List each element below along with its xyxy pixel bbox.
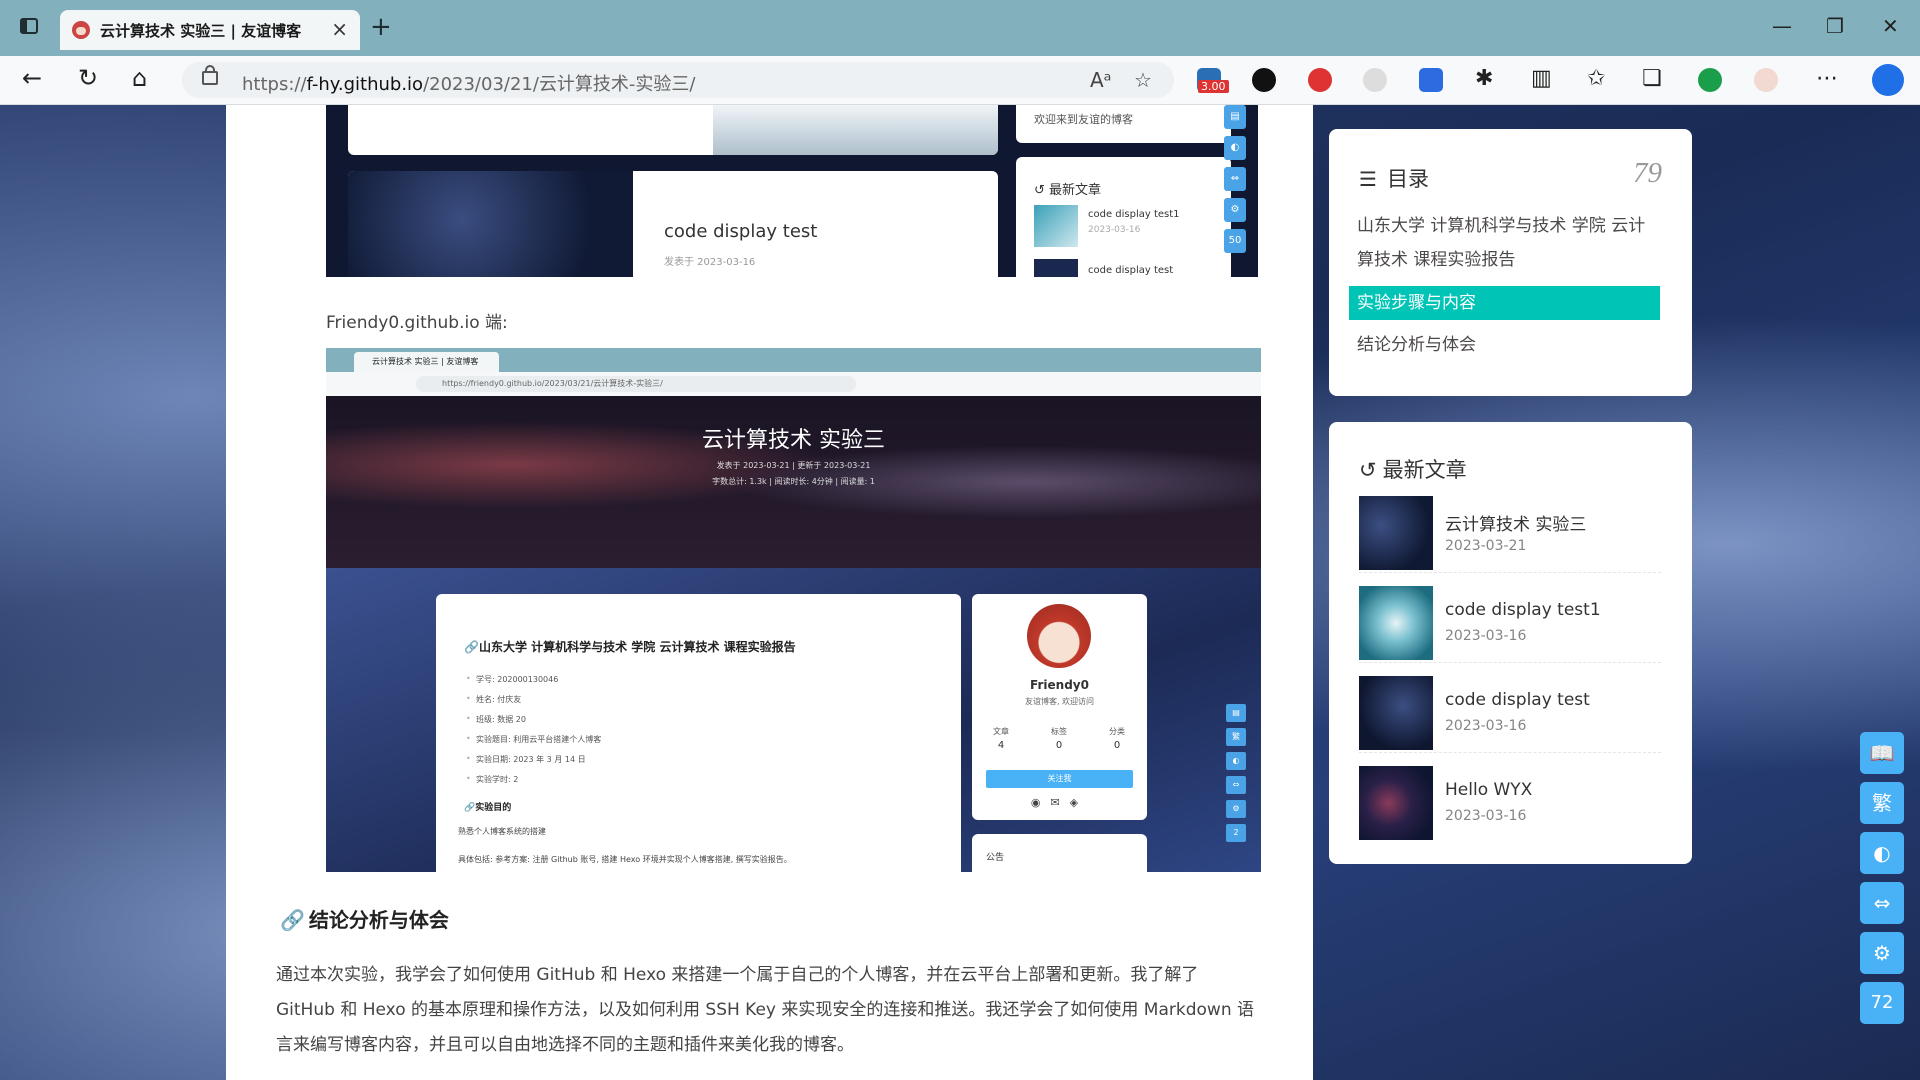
favorites-icon[interactable]: ✩ <box>1587 66 1605 91</box>
post-title-link[interactable]: Hello WYX <box>1445 780 1532 800</box>
extension-badge: 3.00 <box>1198 80 1229 93</box>
post-thumbnail[interactable] <box>1359 676 1433 750</box>
site-favicon-icon <box>72 21 90 39</box>
browser-tab-bar: 云计算技术 实验三 | 友谊博客 × + — ❐ ✕ <box>0 0 1920 56</box>
post-thumbnail[interactable] <box>1359 586 1433 660</box>
post-date: 2023-03-16 <box>1445 628 1527 644</box>
window-maximize-button[interactable]: ❐ <box>1826 14 1844 38</box>
recent-post-item[interactable]: code display test 2023-03-16 <box>1359 676 1661 753</box>
shot2-avatar <box>1027 604 1091 668</box>
refresh-icon[interactable]: ↻ <box>78 64 98 92</box>
read-aloud-icon[interactable]: Aᵃ <box>1090 68 1112 92</box>
settings-gear-button[interactable]: ⚙ <box>1860 932 1904 974</box>
back-arrow-icon[interactable]: ← <box>22 64 42 92</box>
window-close-button[interactable]: ✕ <box>1882 14 1899 38</box>
toc-progress-percent: 79 <box>1633 157 1662 189</box>
profile-avatar[interactable] <box>1754 68 1778 92</box>
shot2-notice-card: 公告 <box>972 834 1147 872</box>
post-date: 2023-03-21 <box>1445 538 1527 554</box>
shot1-post-card: code display test 发表于 2023-03-16 <box>348 171 998 277</box>
shot1-post-card-top <box>348 105 998 155</box>
window-minimize-button[interactable]: — <box>1772 14 1792 38</box>
toc-item-steps[interactable]: 实验步骤与内容 <box>1349 286 1660 320</box>
recent-post-item[interactable]: 云计算技术 实验三 2023-03-21 <box>1359 496 1661 573</box>
heading-link-icon[interactable]: 🔗 <box>280 908 305 932</box>
lock-icon[interactable] <box>202 65 218 85</box>
shot1-welcome-card: 欢迎来到友谊的博客 <box>1016 105 1231 143</box>
address-bar[interactable]: https://f-hy.github.io/2023/03/21/云计算技术-… <box>182 62 1174 98</box>
toc-card: ☰ 目录 79 山东大学 计算机科学与技术 学院 云计算技术 课程实验报告 实验步… <box>1329 129 1692 396</box>
shot2-post-title: 云计算技术 实验三 <box>702 428 885 453</box>
post-title-link[interactable]: 云计算技术 实验三 <box>1445 510 1586 535</box>
recent-posts-card: ↺ 最新文章 云计算技术 实验三 2023-03-21 code display … <box>1329 422 1692 864</box>
browser-toolbar: ← ↻ ⌂ https://f-hy.github.io/2023/03/21/… <box>0 56 1920 105</box>
toc-title: ☰ 目录 <box>1359 167 1429 191</box>
shot1-post-meta: 发表于 2023-03-16 <box>664 257 756 268</box>
post-title-link[interactable]: code display test1 <box>1445 600 1601 620</box>
single-column-button[interactable]: ⇔ <box>1860 882 1904 924</box>
read-mode-button[interactable]: 📖 <box>1860 732 1904 774</box>
section-heading-conclusion: 🔗 结论分析与体会 <box>280 908 449 932</box>
url-text: https://f-hy.github.io/2023/03/21/云计算技术-… <box>242 74 696 95</box>
image-caption: Friendy0.github.io 端: <box>326 313 508 333</box>
shot2-profile-card: Friendy0 友谊博客, 欢迎访问 文章 4 标签 0 分类 0 关注我 ◉✉◈ <box>972 594 1147 820</box>
toc-item-report[interactable]: 山东大学 计算机科学与技术 学院 云计算技术 课程实验报告 <box>1349 209 1660 277</box>
extension-z-icon[interactable] <box>1419 68 1443 92</box>
post-title-link[interactable]: code display test <box>1445 690 1590 710</box>
home-icon[interactable]: ⌂ <box>132 64 147 92</box>
new-tab-button[interactable]: + <box>370 12 392 42</box>
scroll-progress-button[interactable]: 72 <box>1860 982 1904 1024</box>
extension-mask-icon[interactable] <box>1252 68 1276 92</box>
tab-actions-icon[interactable] <box>20 18 38 34</box>
post-date: 2023-03-16 <box>1445 718 1527 734</box>
split-screen-icon[interactable]: ▥ <box>1531 66 1552 91</box>
shot1-float-buttons: ▤ ◐ ⇔ ⚙ 50 <box>1224 105 1246 260</box>
favorite-star-icon[interactable]: ☆ <box>1134 68 1152 92</box>
tab-title: 云计算技术 实验三 | 友谊博客 <box>100 22 302 40</box>
recent-post-item[interactable]: Hello WYX 2023-03-16 <box>1359 766 1661 842</box>
browser-tab-active[interactable]: 云计算技术 实验三 | 友谊博客 × <box>60 10 360 50</box>
article-image-2: 云计算技术 实验三 | 友谊博客 https://friendy0.github… <box>326 348 1261 872</box>
adblock-plus-icon[interactable] <box>1308 68 1332 92</box>
extension-shield-icon[interactable] <box>1363 68 1387 92</box>
collections-icon[interactable]: ❏ <box>1642 66 1662 91</box>
recent-posts-title: ↺ 最新文章 <box>1359 458 1467 482</box>
recent-post-item[interactable]: code display test1 2023-03-16 <box>1359 586 1661 663</box>
extension-green-icon[interactable] <box>1698 68 1722 92</box>
shot2-article-card: 🔗山东大学 计算机科学与技术 学院 云计算技术 课程实验报告 学号: 20200… <box>436 594 961 872</box>
post-thumbnail[interactable] <box>1359 766 1433 840</box>
extensions-puzzle-icon[interactable]: ✱ <box>1475 66 1493 91</box>
tab-close-icon[interactable]: × <box>331 17 348 41</box>
post-date: 2023-03-16 <box>1445 808 1527 824</box>
bing-copilot-icon[interactable] <box>1872 64 1904 96</box>
more-menu-icon[interactable]: ⋯ <box>1816 66 1838 91</box>
shot1-latest-title: ↺ 最新文章 <box>1034 183 1102 198</box>
dark-mode-button[interactable]: ◐ <box>1860 832 1904 874</box>
list-icon: ☰ <box>1359 167 1377 191</box>
shot1-latest-card: ↺ 最新文章 code display test1 2023-03-16 cod… <box>1016 157 1231 277</box>
history-icon: ↺ <box>1359 458 1377 482</box>
shot1-post-title: code display test <box>664 221 818 242</box>
post-thumbnail[interactable] <box>1359 496 1433 570</box>
shot2-float-buttons: ▤ 繁 ◐ ⇔ ⚙ 2 <box>1226 704 1246 848</box>
traditional-chinese-button[interactable]: 繁 <box>1860 782 1904 824</box>
article-image-1: code display test 发表于 2023-03-16 欢迎来到友谊的… <box>326 105 1258 277</box>
conclusion-paragraph: 通过本次实验，我学会了如何使用 GitHub 和 Hexo 来搭建一个属于自己的… <box>276 965 1254 1055</box>
toc-item-conclusion[interactable]: 结论分析与体会 <box>1349 328 1660 362</box>
